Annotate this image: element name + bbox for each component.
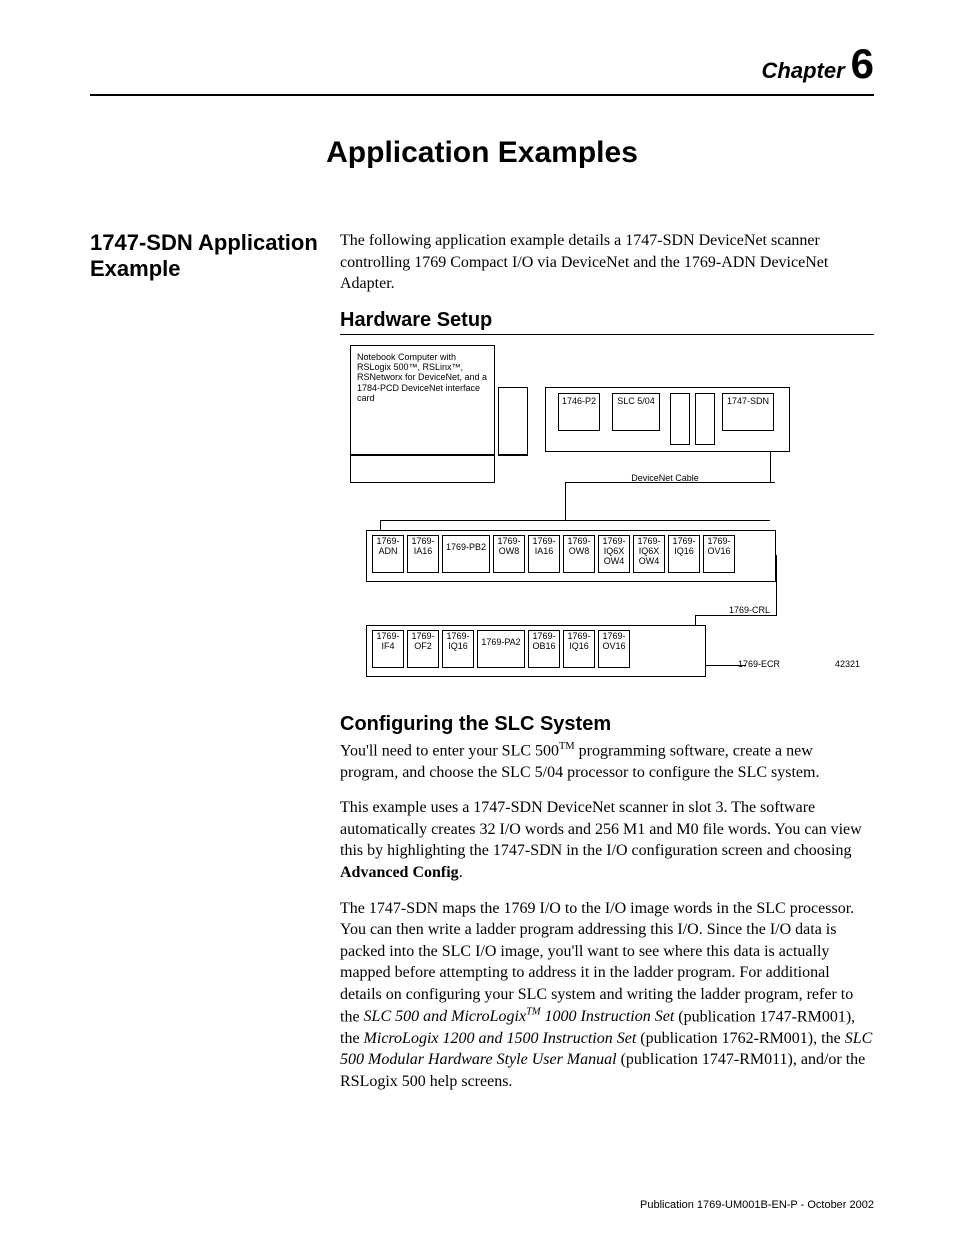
row2-mod: 1769- OF2 <box>407 630 439 668</box>
crl-label: 1769-CRL <box>710 605 770 615</box>
hardware-diagram: Notebook Computer with RSLogix 500™, RSL… <box>340 345 860 695</box>
chapter-word: Chapter <box>762 58 845 84</box>
diagram-line <box>770 452 771 482</box>
page: Chapter 6 Application Examples 1747-SDN … <box>0 0 954 1235</box>
diagram-line <box>695 615 696 625</box>
row2-mod: 1769- IQ16 <box>442 630 474 668</box>
page-title: Application Examples <box>90 136 874 170</box>
row1-mod: 1769- OV16 <box>703 535 735 573</box>
laptop-base <box>350 455 495 483</box>
fig-id: 42321 <box>820 659 860 669</box>
config-heading: Configuring the SLC System <box>340 713 874 736</box>
module-1746-p2: 1746-P2 <box>558 393 600 431</box>
row1-mod: 1769- IQ16 <box>668 535 700 573</box>
row1-mod: 1769- IA16 <box>528 535 560 573</box>
module-slc504: SLC 5/04 <box>612 393 660 431</box>
row2-mod: 1769- IQ16 <box>563 630 595 668</box>
chapter-number: 6 <box>851 40 874 88</box>
intro-row: 1747-SDN Application Example The followi… <box>90 230 874 1106</box>
diagram-line <box>380 520 770 521</box>
notebook-box: Notebook Computer with RSLogix 500™, RSL… <box>350 345 495 455</box>
chapter-header: Chapter 6 <box>90 40 874 88</box>
module-slot-empty-2 <box>695 393 715 445</box>
row1-mod: 1769- OW8 <box>563 535 595 573</box>
row1-mod: 1769-PB2 <box>442 535 490 573</box>
notebook-text: Notebook Computer with RSLogix 500™, RSL… <box>357 352 487 403</box>
row1-mod: 1769- IQ6X OW4 <box>598 535 630 573</box>
header-rule <box>90 94 874 96</box>
config-p3: The 1747-SDN maps the 1769 I/O to the I/… <box>340 898 874 1093</box>
diagram-line <box>498 455 528 456</box>
hardware-setup-heading: Hardware Setup <box>340 309 874 335</box>
row1-mod: 1769- ADN <box>372 535 404 573</box>
row1-mod: 1769- OW8 <box>493 535 525 573</box>
row2-mod: 1769- OB16 <box>528 630 560 668</box>
config-p2: This example uses a 1747-SDN DeviceNet s… <box>340 797 874 883</box>
side-heading: 1747-SDN Application Example <box>90 230 320 283</box>
module-slot-empty-1 <box>670 393 690 445</box>
diagram-line <box>380 520 381 530</box>
ecr-label: 1769-ECR <box>738 659 793 669</box>
row2-mod: 1769- IF4 <box>372 630 404 668</box>
laptop-screen <box>498 387 528 455</box>
diagram-line <box>565 482 566 520</box>
row1-mod: 1769- IA16 <box>407 535 439 573</box>
intro-paragraph: The following application example detail… <box>340 230 874 295</box>
cable-label: DeviceNet Cable <box>595 473 735 483</box>
diagram-line <box>776 555 777 615</box>
publication-footer: Publication 1769-UM001B-EN-P - October 2… <box>640 1199 874 1211</box>
row2-mod: 1769-PA2 <box>477 630 525 668</box>
row2-mod: 1769- OV16 <box>598 630 630 668</box>
row1-mod: 1769- IQ6X OW4 <box>633 535 665 573</box>
module-1747-sdn: 1747-SDN <box>722 393 774 431</box>
config-p1: You'll need to enter your SLC 500TM prog… <box>340 740 874 784</box>
